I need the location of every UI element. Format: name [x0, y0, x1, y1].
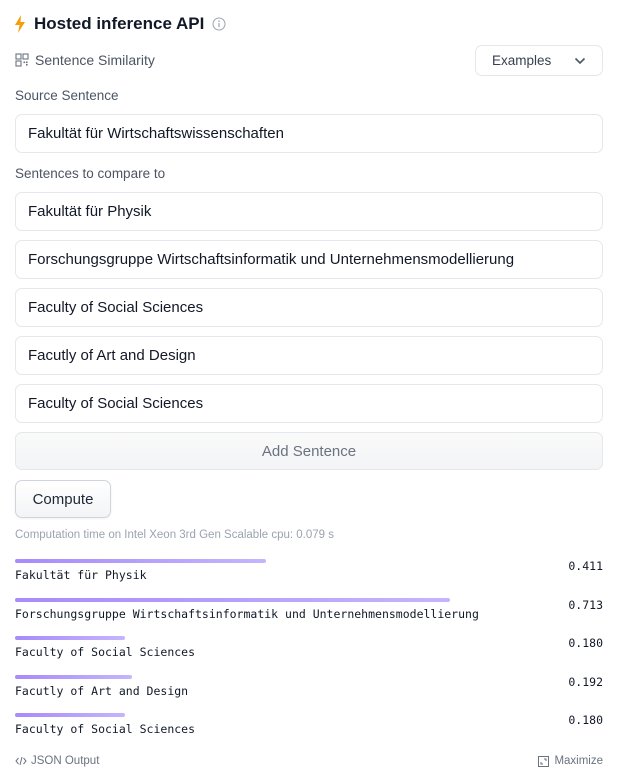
compare-sentence-input[interactable]: Faculty of Social Sciences — [15, 384, 603, 423]
result-label: Fakultät für Physik — [15, 568, 147, 582]
examples-dropdown[interactable]: Examples — [475, 45, 603, 76]
compute-button[interactable]: Compute — [15, 480, 111, 518]
maximize-link[interactable]: Maximize — [538, 755, 603, 767]
result-label: Forschungsgruppe Wirtschaftsinformatik u… — [15, 606, 479, 621]
result-score: 0.411 — [568, 559, 603, 573]
result-score: 0.192 — [568, 674, 603, 689]
info-icon[interactable] — [212, 17, 226, 31]
result-score: 0.180 — [568, 713, 603, 727]
lightning-icon — [15, 15, 25, 33]
json-output-link[interactable]: JSON Output — [15, 755, 99, 767]
similarity-results: Fakultät für Physik 0.411 Forschungsgrup… — [15, 558, 603, 751]
result-label: Faculty of Social Sciences — [15, 645, 196, 659]
compare-sentences-label: Sentences to compare to — [15, 166, 166, 181]
sentence-similarity-icon — [15, 53, 29, 67]
examples-label: Examples — [492, 53, 552, 68]
computation-time: Computation time on Intel Xeon 3rd Gen S… — [15, 529, 335, 541]
widget-title: Hosted inference API — [34, 14, 205, 33]
result-row: Faculty of Social Sciences 0.180 — [15, 712, 603, 751]
result-row: Faculty of Social Sciences 0.180 — [15, 635, 603, 674]
compare-sentence-input[interactable]: Fakultät für Physik — [15, 192, 603, 231]
maximize-label: Maximize — [554, 755, 603, 767]
score-bar — [15, 559, 266, 563]
result-row: Fakultät für Physik 0.411 — [15, 558, 603, 597]
score-bar — [15, 636, 125, 640]
score-bar — [15, 713, 125, 717]
result-row: Facutly of Art and Design 0.192 — [15, 674, 603, 713]
compare-sentence-input[interactable]: Forschungsgruppe Wirtschaftsinformatik u… — [15, 240, 603, 279]
chevron-down-icon — [574, 57, 586, 65]
result-score: 0.713 — [568, 597, 603, 612]
score-bar — [15, 674, 132, 679]
compare-sentence-input[interactable]: Facutly of Art and Design — [15, 336, 603, 375]
json-output-label: JSON Output — [31, 755, 100, 767]
result-score: 0.180 — [568, 636, 603, 650]
source-sentence-input[interactable]: Fakultät für Wirtschaftswissenschaften — [15, 114, 603, 153]
score-bar — [15, 597, 450, 602]
result-row: Forschungsgruppe Wirtschaftsinformatik u… — [15, 597, 603, 636]
add-sentence-button[interactable]: Add Sentence — [15, 432, 603, 470]
task-label: Sentence Similarity — [35, 52, 155, 68]
result-label: Facutly of Art and Design — [15, 683, 189, 698]
source-sentence-label: Source Sentence — [15, 88, 119, 103]
code-icon — [15, 756, 27, 766]
maximize-icon — [538, 755, 550, 767]
task-type: Sentence Similarity — [15, 48, 155, 72]
widget-header: Hosted inference API — [14, 12, 226, 36]
result-label: Faculty of Social Sciences — [15, 722, 196, 736]
compare-sentence-input[interactable]: Faculty of Social Sciences — [15, 288, 603, 327]
